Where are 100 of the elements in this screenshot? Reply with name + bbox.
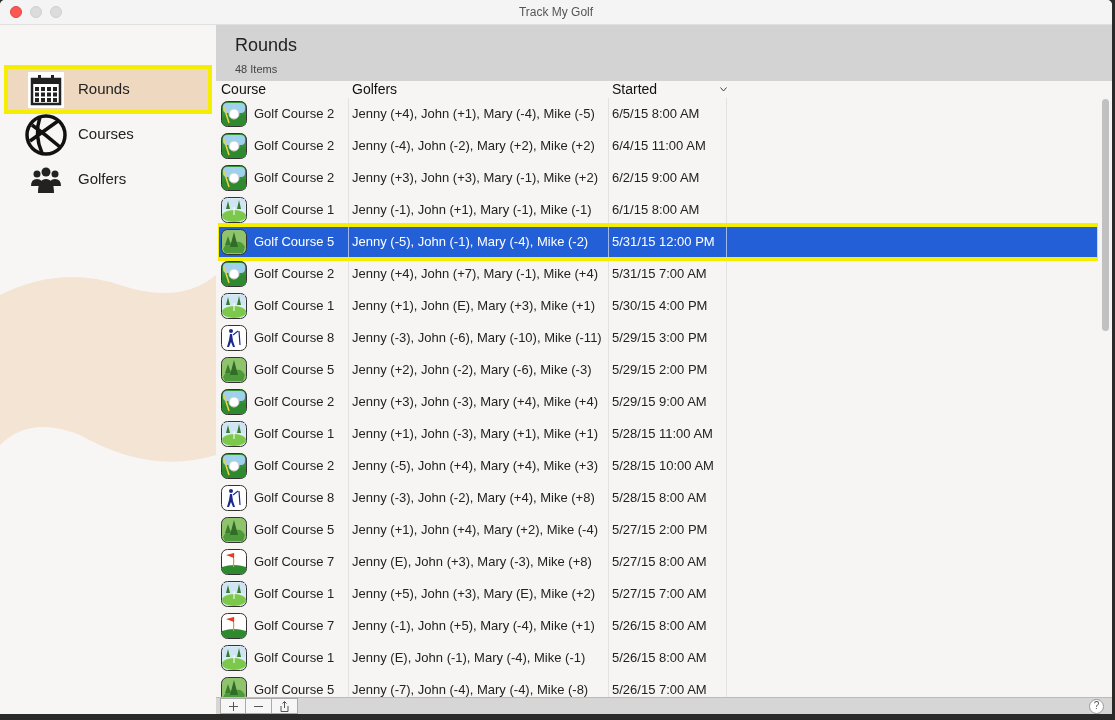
started-cell-text: 6/1/15 8:00 AM: [612, 201, 700, 220]
share-icon: [280, 700, 289, 712]
golfers-cell-text: Jenny (-1), John (+1), Mary (-1), Mike (-1): [352, 201, 592, 220]
golfers-cell-text: Jenny (+3), John (-3), Mary (+4), Mike (+4): [352, 393, 598, 412]
course-name: Golf Course 7: [254, 553, 335, 572]
course-name: Golf Course 1: [254, 649, 335, 668]
trees-icon: [221, 517, 247, 543]
started-cell-text: 5/29/15 3:00 PM: [612, 329, 708, 348]
column-header[interactable]: Course: [218, 81, 349, 98]
add-button[interactable]: [220, 698, 246, 714]
golfers-cell-text: Jenny (-5), John (+4), Mary (+4), Mike (+3): [352, 457, 598, 476]
golfers-cell-text: Jenny (-1), John (+5), Mary (-4), Mike (+1): [352, 617, 595, 636]
plus-icon: [228, 701, 238, 711]
course-name: Golf Course 1: [254, 201, 335, 220]
golfers-cell-text: Jenny (+1), John (+4), Mary (+2), Mike (-4): [352, 521, 598, 540]
course-name: Golf Course 1: [254, 425, 335, 444]
golfer-icon: [221, 485, 247, 511]
course-name: Golf Course 2: [254, 105, 335, 124]
table-row[interactable]: Golf Course 2 Jenny (+3), John (+3), Mary (-1), Mike (+2) 6/2/15 9:00 AM: [218, 162, 1098, 194]
course-name: Golf Course 7: [254, 617, 335, 636]
started-cell-text: 5/31/15 7:00 AM: [612, 265, 707, 284]
started-cell-text: 5/26/15 8:00 AM: [612, 649, 707, 668]
table-row[interactable]: Golf Course 8 Jenny (-3), John (-2), Mary (+4), Mike (+8) 5/28/15 8:00 AM: [218, 482, 1098, 514]
scrollbar-thumb[interactable]: [1101, 99, 1109, 331]
table-row[interactable]: Golf Course 2 Jenny (-5), John (+4), Mary (+4), Mike (+3) 5/28/15 10:00 AM: [218, 450, 1098, 482]
share-button[interactable]: [272, 698, 298, 714]
table-row[interactable]: Golf Course 7 Jenny (E), John (+3), Mary (-3), Mike (+8) 5/27/15 8:00 AM: [218, 546, 1098, 578]
golfers-cell-text: Jenny (+4), John (+1), Mary (-4), Mike (-5): [352, 105, 595, 124]
table-row[interactable]: Golf Course 1 Jenny (+1), John (-3), Mary (+1), Mike (+1) 5/28/15 11:00 AM: [218, 418, 1098, 450]
putting-course-icon: [221, 293, 247, 319]
putting-course-icon: [221, 421, 247, 447]
table-row[interactable]: Golf Course 8 Jenny (-3), John (-6), Mary (-10), Mike (-11) 5/29/15 3:00 PM: [218, 322, 1098, 354]
table-row[interactable]: Golf Course 2 Jenny (-4), John (-2), Mary (+2), Mike (+2) 6/4/15 11:00 AM: [218, 130, 1098, 162]
sidebar-item[interactable]: Golfers: [6, 157, 210, 202]
item-count: 48 Items: [235, 62, 279, 77]
started-cell-text: 6/4/15 11:00 AM: [612, 137, 706, 156]
table-row[interactable]: Golf Course 7 Jenny (-1), John (+5), Mary (-4), Mike (+1) 5/26/15 8:00 AM: [218, 610, 1098, 642]
course-name: Golf Course 2: [254, 393, 335, 412]
golfers-cell-text: Jenny (+2), John (-2), Mary (-6), Mike (-3): [352, 361, 592, 380]
started-cell-text: 5/30/15 4:00 PM: [612, 297, 708, 316]
chevron-down-icon: [720, 87, 727, 92]
course-name: Golf Course 5: [254, 361, 335, 380]
started-cell-text: 5/29/15 2:00 PM: [612, 361, 708, 380]
table-row[interactable]: Golf Course 5 Jenny (-5), John (-1), Mary (-4), Mike (-2) 5/31/15 12:00 PM: [218, 226, 1098, 258]
golfers-cell-text: Jenny (+1), John (E), Mary (+3), Mike (+1): [352, 297, 596, 316]
course-name: Golf Course 8: [254, 329, 335, 348]
table-row[interactable]: Golf Course 2 Jenny (+4), John (+1), Mary (-4), Mike (-5) 6/5/15 8:00 AM: [218, 98, 1098, 130]
table-row[interactable]: Golf Course 1 Jenny (+5), John (+3), Mary (E), Mike (+2) 5/27/15 7:00 AM: [218, 578, 1098, 610]
table-row[interactable]: Golf Course 5 Jenny (+2), John (-2), Mary (-6), Mike (-3) 5/29/15 2:00 PM: [218, 354, 1098, 386]
golf-flag-icon: [221, 613, 247, 639]
people-icon: [31, 165, 61, 194]
trees-icon: [221, 677, 247, 697]
started-cell-text: 6/5/15 8:00 AM: [612, 105, 700, 124]
table-row[interactable]: Golf Course 1 Jenny (E), John (-1), Mary (-4), Mike (-1) 5/26/15 8:00 AM: [218, 642, 1098, 674]
table-row[interactable]: Golf Course 5 Jenny (+1), John (+4), Mary (+2), Mike (-4) 5/27/15 2:00 PM: [218, 514, 1098, 546]
golf-flag-icon: [221, 549, 247, 575]
started-cell-text: 6/2/15 9:00 AM: [612, 169, 700, 188]
golfers-cell-text: Jenny (+1), John (-3), Mary (+1), Mike (+1): [352, 425, 598, 444]
started-cell-text: 5/28/15 8:00 AM: [612, 489, 707, 508]
table-row[interactable]: Golf Course 2 Jenny (+3), John (-3), Mary (+4), Mike (+4) 5/29/15 9:00 AM: [218, 386, 1098, 418]
calendar-icon: [28, 71, 64, 108]
course-name: Golf Course 1: [254, 585, 335, 604]
putting-course-icon: [221, 581, 247, 607]
page-title: Rounds: [235, 34, 299, 56]
golfers-cell-text: Jenny (-3), John (-2), Mary (+4), Mike (+8): [352, 489, 595, 508]
golfers-cell-text: Jenny (-5), John (-1), Mary (-4), Mike (-2): [352, 233, 589, 252]
window-title: Track My Golf: [518, 4, 594, 21]
started-cell-text: 5/31/15 12:00 PM: [612, 233, 715, 252]
course-name: Golf Course 2: [254, 137, 335, 156]
started-cell-text: 5/29/15 9:00 AM: [612, 393, 707, 412]
started-cell-text: 5/26/15 7:00 AM: [612, 681, 707, 697]
golfers-cell-text: Jenny (-3), John (-6), Mary (-10), Mike (-11): [352, 329, 602, 348]
trees-icon: [221, 229, 247, 255]
column-header[interactable]: Golfers: [349, 81, 609, 98]
course-name: Golf Course 5: [254, 681, 335, 697]
globe-icon: [24, 112, 68, 157]
remove-button[interactable]: [246, 698, 272, 714]
trees-icon: [221, 357, 247, 383]
table-row[interactable]: Golf Course 2 Jenny (+4), John (+7), Mary (-1), Mike (+4) 5/31/15 7:00 AM: [218, 258, 1098, 290]
table-row[interactable]: Golf Course 1 Jenny (+1), John (E), Mary (+3), Mike (+1) 5/30/15 4:00 PM: [218, 290, 1098, 322]
course-name: Golf Course 2: [254, 169, 335, 188]
golfers-cell-text: Jenny (-7), John (-4), Mary (-4), Mike (-8): [352, 681, 589, 697]
course-name: Golf Course 5: [254, 521, 335, 540]
golfers-cell-text: Jenny (+3), John (+3), Mary (-1), Mike (+2): [352, 169, 598, 188]
started-cell-text: 5/27/15 7:00 AM: [612, 585, 707, 604]
sidebar-item[interactable]: Courses: [6, 112, 210, 157]
golfers-cell-text: Jenny (+5), John (+3), Mary (E), Mike (+2): [352, 585, 596, 604]
started-cell-text: 5/28/15 11:00 AM: [612, 425, 713, 444]
sidebar-item[interactable]: Rounds: [6, 67, 210, 112]
course-name: Golf Course 2: [254, 457, 335, 476]
golfers-cell-text: Jenny (E), John (+3), Mary (-3), Mike (+8): [352, 553, 592, 572]
column-header[interactable]: Started: [609, 81, 727, 98]
course-name: Golf Course 2: [254, 265, 335, 284]
started-cell-text: 5/26/15 8:00 AM: [612, 617, 707, 636]
golfers-cell-text: Jenny (+4), John (+7), Mary (-1), Mike (+4): [352, 265, 598, 284]
putting-course-icon: [221, 645, 247, 671]
close-button[interactable]: [10, 6, 22, 18]
putting-course-icon: [221, 197, 247, 223]
help-button[interactable]: ?: [1089, 698, 1104, 714]
course-name: Golf Course 5: [254, 233, 335, 252]
